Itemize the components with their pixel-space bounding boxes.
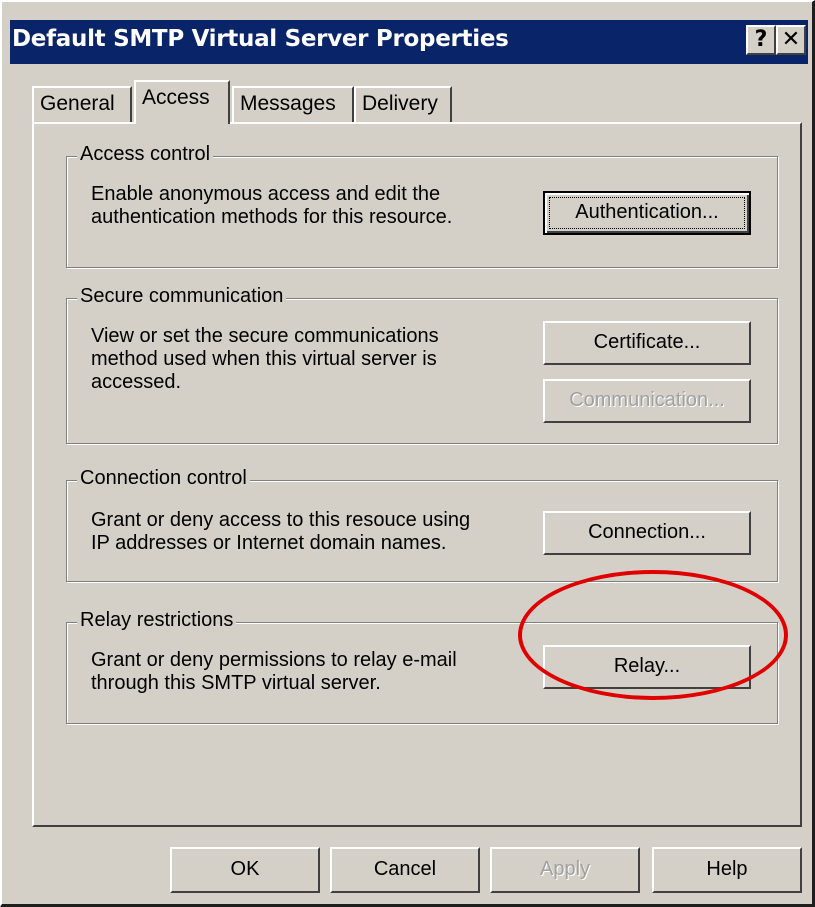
connection-button[interactable]: Connection...: [543, 511, 751, 555]
access-control-description: Enable anonymous access and edit the aut…: [91, 183, 453, 228]
authentication-button[interactable]: Authentication...: [543, 191, 751, 235]
cancel-button[interactable]: Cancel: [330, 847, 480, 893]
tab-access[interactable]: Access: [134, 80, 230, 124]
access-control-legend: Access control: [77, 143, 214, 166]
relay-restrictions-legend: Relay restrictions: [77, 609, 237, 632]
tab-general[interactable]: General: [32, 86, 132, 122]
access-tab-panel: Access control Enable anonymous access a…: [32, 122, 802, 827]
secure-communication-group: Secure communication View or set the sec…: [66, 285, 778, 444]
help-button[interactable]: Help: [652, 847, 802, 893]
connection-control-group: Connection control Grant or deny access …: [66, 467, 778, 582]
certificate-button[interactable]: Certificate...: [543, 321, 751, 365]
properties-dialog: Default SMTP Virtual Server Properties ?…: [0, 0, 815, 907]
help-icon-button[interactable]: ?: [746, 25, 776, 55]
window-title: Default SMTP Virtual Server Properties: [12, 26, 509, 52]
tab-messages[interactable]: Messages: [232, 86, 354, 122]
relay-restrictions-description: Grant or deny permissions to relay e-mai…: [91, 649, 457, 694]
ok-button[interactable]: OK: [170, 847, 320, 893]
apply-button[interactable]: Apply: [490, 847, 640, 893]
focus-rectangle: [549, 197, 745, 229]
close-icon-button[interactable]: ✕: [776, 25, 806, 55]
access-control-group: Access control Enable anonymous access a…: [66, 143, 778, 268]
connection-control-description: Grant or deny access to this resouce usi…: [91, 509, 471, 554]
annotation-circle: [518, 570, 788, 700]
connection-control-legend: Connection control: [77, 467, 250, 490]
tab-delivery[interactable]: Delivery: [354, 86, 452, 122]
communication-button[interactable]: Communication...: [543, 379, 751, 423]
title-bar[interactable]: Default SMTP Virtual Server Properties ?…: [10, 20, 808, 64]
secure-communication-legend: Secure communication: [77, 285, 287, 308]
secure-communication-description: View or set the secure communications me…: [91, 325, 439, 393]
